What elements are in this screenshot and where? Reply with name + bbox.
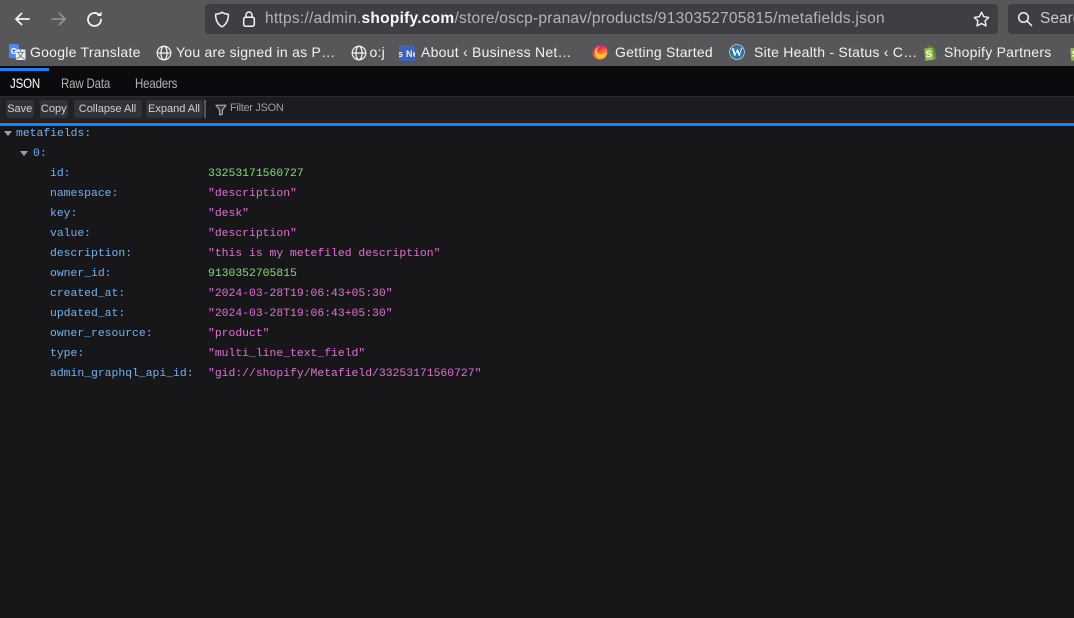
svg-text:S: S — [925, 49, 932, 60]
svg-text:W: W — [731, 47, 743, 59]
svg-text:文: 文 — [16, 49, 25, 60]
svg-text:s Ne: s Ne — [399, 49, 416, 59]
